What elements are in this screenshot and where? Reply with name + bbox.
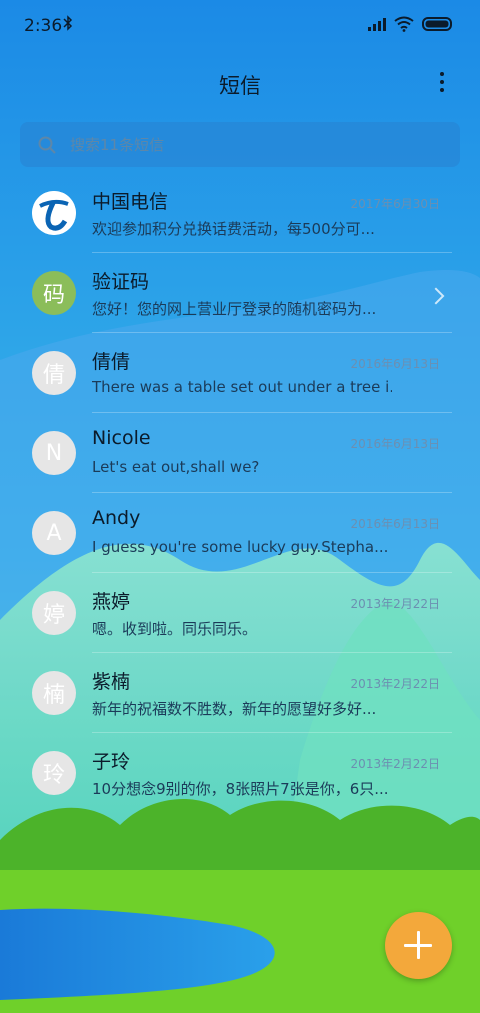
message-preview: There was a table set out under a tree i…: [92, 378, 392, 396]
conversation-item[interactable]: 玲 子玲 2013年2月22日 10分想念9别的你，8张照片7张是你，6只...: [0, 733, 480, 813]
message-preview: Let's eat out,shall we?: [92, 458, 260, 476]
china-telecom-logo: [32, 191, 76, 235]
message-preview: I guess you're some lucky guy.Stepha...: [92, 538, 389, 556]
avatar: N: [32, 431, 76, 475]
message-date: 2016年6月13日: [350, 357, 440, 371]
more-options-icon[interactable]: [438, 70, 446, 98]
status-bar: 2:36: [0, 0, 480, 52]
bluetooth-icon: [63, 15, 73, 31]
battery-icon: [422, 17, 452, 31]
message-preview: 10分想念9别的你，8张照片7张是你，6只...: [92, 780, 389, 798]
contact-name: Nicole: [92, 427, 151, 449]
avatar: 婷: [32, 591, 76, 635]
message-date: 2016年6月13日: [350, 517, 440, 531]
search-icon: [38, 136, 56, 154]
wifi-icon: [394, 16, 414, 32]
contact-name: 子玲: [92, 751, 131, 773]
conversation-item[interactable]: 楠 紫楠 2013年2月22日 新年的祝福数不胜数，新年的愿望好多好...: [0, 653, 480, 733]
contact-name: 验证码: [92, 271, 150, 293]
avatar: 楠: [32, 671, 76, 715]
conversation-item[interactable]: A Andy 2016年6月13日 I guess you're some lu…: [0, 493, 480, 573]
contact-name: 倩倩: [92, 351, 131, 373]
contact-name: Andy: [92, 507, 141, 529]
avatar: A: [32, 511, 76, 555]
signal-icon: [368, 18, 386, 31]
avatar: 倩: [32, 351, 76, 395]
chevron-right-icon[interactable]: [427, 287, 445, 305]
status-time: 2:36: [24, 16, 63, 36]
message-preview: 欢迎参加积分兑换话费活动，每500分可...: [92, 220, 375, 238]
contact-name: 中国电信: [92, 191, 169, 213]
message-preview: 您好！您的网上营业厅登录的随机密码为...: [92, 300, 377, 318]
message-date: 2013年2月22日: [350, 757, 440, 771]
search-placeholder: 搜索11条短信: [70, 136, 165, 154]
contact-name: 紫楠: [92, 671, 131, 693]
message-date: 2017年6月30日: [350, 197, 440, 211]
message-preview: 新年的祝福数不胜数，新年的愿望好多好...: [92, 700, 377, 718]
conversation-item[interactable]: 中国电信 2017年6月30日 欢迎参加积分兑换话费活动，每500分可...: [0, 173, 480, 253]
contact-name: 燕婷: [92, 591, 131, 613]
avatar: 码: [32, 271, 76, 315]
message-date: 2016年6月13日: [350, 437, 440, 451]
message-list: 中国电信 2017年6月30日 欢迎参加积分兑换话费活动，每500分可... 码…: [0, 173, 480, 813]
conversation-item[interactable]: N Nicole 2016年6月13日 Let's eat out,shall …: [0, 413, 480, 493]
message-date: 2013年2月22日: [350, 597, 440, 611]
conversation-item[interactable]: 码 验证码 您好！您的网上营业厅登录的随机密码为...: [0, 253, 480, 333]
page-title: 短信: [219, 74, 261, 98]
message-date: 2013年2月22日: [350, 677, 440, 691]
new-message-button[interactable]: [385, 912, 452, 979]
message-preview: 嗯。收到啦。同乐同乐。: [92, 620, 258, 638]
conversation-item[interactable]: 倩 倩倩 2016年6月13日 There was a table set ou…: [0, 333, 480, 413]
avatar: 玲: [32, 751, 76, 795]
search-input[interactable]: 搜索11条短信: [20, 122, 460, 167]
conversation-item[interactable]: 婷 燕婷 2013年2月22日 嗯。收到啦。同乐同乐。: [0, 573, 480, 653]
